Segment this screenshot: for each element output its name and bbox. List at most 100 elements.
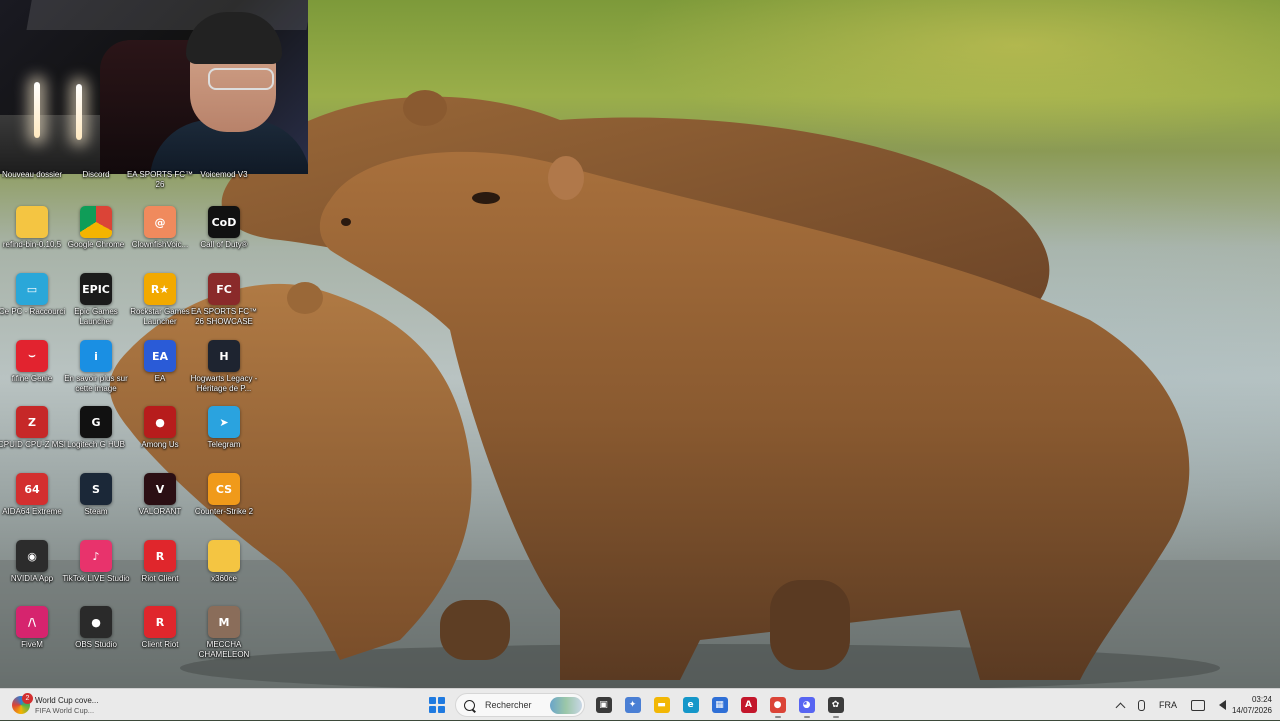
davinci-icon: ✿: [827, 697, 844, 713]
desktop-icon-fivem[interactable]: /\ FiveM: [0, 606, 64, 650]
rockstar-icon: R★: [144, 273, 176, 305]
taskbar-clock[interactable]: 03:24 14/07/2026: [1232, 694, 1272, 716]
x360ce-icon: [208, 540, 240, 572]
taskbar-app-store[interactable]: ▦: [707, 692, 733, 718]
google-chrome-icon: [80, 206, 112, 238]
desktop-icon-label: TikTok LIVE Studio: [62, 574, 130, 583]
desktop-icon-label: FiveM: [21, 640, 43, 649]
discord-icon: ◕: [798, 697, 815, 713]
desktop-icon-x360ce[interactable]: x360ce: [192, 540, 256, 584]
desktop-icon-valorant[interactable]: V VALORANT: [128, 473, 192, 517]
taskbar-app-davinci[interactable]: ✿: [823, 692, 849, 718]
desktop-icon-label: ClownfishVoic...: [131, 240, 189, 249]
desktop-icon-google-chrome[interactable]: Google Chrome: [64, 206, 128, 250]
desktop-icon-client-riot[interactable]: R Client Riot: [128, 606, 192, 650]
desktop-icon-label: MECCHA CHAMELEON: [198, 640, 250, 659]
desktop-icon-obs[interactable]: ● OBS Studio: [64, 606, 128, 650]
desktop-icon-nouveau-dossier[interactable]: Nouveau dossier: [0, 170, 64, 180]
aida64-icon: 64: [16, 473, 48, 505]
taskbar-app-edge[interactable]: e: [678, 692, 704, 718]
desktop-icon-ce-pc[interactable]: ▭ Ce PC - Raccourci: [0, 273, 65, 317]
desktop-icon-hogwarts[interactable]: H Hogwarts Legacy - Héritage de P...: [191, 340, 257, 393]
desktop-icon-label: Nouveau dossier: [1, 170, 63, 179]
network-icon[interactable]: [1191, 699, 1205, 711]
riot-client-icon: R: [144, 540, 176, 572]
desktop-icon-epic-games[interactable]: EPIC Epic Games Launcher: [64, 273, 128, 326]
news-icon: 2: [12, 693, 33, 714]
epic-games-icon: EPIC: [80, 273, 112, 305]
desktop-icon-label: Call of Duty®: [200, 240, 248, 249]
desktop-icon-label: EA SPORTS FC™ 26 SHOWCASE: [190, 307, 258, 326]
refind-bin-icon: [16, 206, 48, 238]
taskbar-app-chrome[interactable]: ●: [765, 692, 791, 718]
edge-icon: e: [682, 697, 699, 713]
news-widget[interactable]: 2 World Cup cove... FIFA World Cup...: [12, 693, 152, 717]
news-badge: 2: [22, 693, 33, 704]
call-of-duty-icon: CoD: [208, 206, 240, 238]
obs-icon: ●: [80, 606, 112, 638]
taskbar-app-discord[interactable]: ◕: [794, 692, 820, 718]
clownfish-icon: @: [144, 206, 176, 238]
client-riot-icon: R: [144, 606, 176, 638]
task-view-icon: ▣: [595, 697, 612, 713]
desktop-icon-refind-bin[interactable]: refind-bin-0.10.5: [0, 206, 64, 250]
taskbar-app-file-explorer[interactable]: ▬: [649, 692, 675, 718]
counter-strike-icon: CS: [208, 473, 240, 505]
desktop-icon-logitech[interactable]: G Logitech G HUB: [64, 406, 128, 450]
telegram-icon: ➤: [208, 406, 240, 438]
mecha-chameleon-icon: M: [208, 606, 240, 638]
desktop-icon-label: NVIDIA App: [10, 574, 54, 583]
desktop-icon-nvidia[interactable]: ◉ NVIDIA App: [0, 540, 64, 584]
widgets-icon: ✦: [624, 697, 641, 713]
microphone-icon[interactable]: [1138, 699, 1145, 711]
taskbar-search[interactable]: Rechercher: [455, 693, 585, 717]
desktop-icon-riot-client[interactable]: R Riot Client: [128, 540, 192, 584]
news-title: World Cup cove...: [35, 695, 99, 705]
news-subtitle: FIFA World Cup...: [35, 705, 95, 715]
desktop-icon-aida64[interactable]: 64 AIDA64 Extreme: [0, 473, 64, 517]
desktop-icon-label: EA: [154, 374, 166, 383]
search-highlight-icon: [550, 697, 582, 714]
desktop-icon-label: En savoir plus sur cette image: [64, 374, 128, 393]
en-savoir-plus-icon: i: [80, 340, 112, 372]
among-us-icon: ●: [144, 406, 176, 438]
ea-icon: EA: [144, 340, 176, 372]
desktop-icon-label: CPUID CPU-Z MSI: [0, 440, 66, 449]
taskbar-app-task-view[interactable]: ▣: [591, 692, 617, 718]
start-button[interactable]: [424, 692, 450, 718]
taskbar: 2 World Cup cove... FIFA World Cup... Re…: [0, 688, 1280, 720]
desktop-icon-fifine[interactable]: ⌣ fifine Genie: [0, 340, 64, 384]
desktop-icon-call-of-duty[interactable]: CoD Call of Duty®: [192, 206, 256, 250]
logitech-icon: G: [80, 406, 112, 438]
tiktok-icon: ♪: [80, 540, 112, 572]
desktop-icon-discord[interactable]: Discord: [64, 170, 128, 180]
desktop-icon-en-savoir-plus[interactable]: i En savoir plus sur cette image: [64, 340, 128, 393]
desktop-icon-label: Logitech G HUB: [67, 440, 125, 449]
speaker-icon[interactable]: [1219, 700, 1226, 710]
show-hidden-icons-chevron-icon[interactable]: [1115, 702, 1126, 712]
desktop-icon-ea[interactable]: EA EA: [128, 340, 192, 384]
clock-date: 14/07/2026: [1231, 706, 1272, 715]
desktop-icon-among-us[interactable]: ● Among Us: [128, 406, 192, 450]
desktop-icon-label: x360ce: [211, 574, 237, 583]
language-indicator[interactable]: FRA: [1159, 700, 1177, 710]
desktop-icon-label: refind-bin-0.10.5: [2, 240, 62, 249]
desktop-icon-rockstar[interactable]: R★ Rockstar Games Launcher: [128, 273, 192, 326]
desktop-icon-ea-fc-26-showcase[interactable]: FC EA SPORTS FC™ 26 SHOWCASE: [190, 273, 258, 326]
taskbar-app-widgets[interactable]: ✦: [620, 692, 646, 718]
adobe-icon: A: [740, 697, 757, 713]
desktop-icon-voicemod[interactable]: Voicemod V3: [192, 170, 256, 180]
fifine-icon: ⌣: [16, 340, 48, 372]
desktop-icon-steam[interactable]: S Steam: [64, 473, 128, 517]
taskbar-app-adobe[interactable]: A: [736, 692, 762, 718]
desktop-icon-tiktok[interactable]: ♪ TikTok LIVE Studio: [62, 540, 130, 584]
desktop-icon-ea-sports-fc-26[interactable]: EA SPORTS FC™ 26: [127, 170, 193, 189]
desktop-icon-mecha-chameleon[interactable]: M MECCHA CHAMELEON: [192, 606, 256, 659]
desktop-icon-cpuid[interactable]: Z CPUID CPU-Z MSI: [0, 406, 66, 450]
desktop-icon-clownfish[interactable]: @ ClownfishVoic...: [128, 206, 192, 250]
nvidia-icon: ◉: [16, 540, 48, 572]
desktop-icon-label: Client Riot: [141, 640, 179, 649]
desktop-icon-telegram[interactable]: ➤ Telegram: [192, 406, 256, 450]
taskbar-center: Rechercher ▣ ✦ ▬ e ▦ A ● ◕ ✿: [422, 692, 850, 718]
desktop-icon-counter-strike[interactable]: CS Counter-Strike 2: [192, 473, 256, 517]
